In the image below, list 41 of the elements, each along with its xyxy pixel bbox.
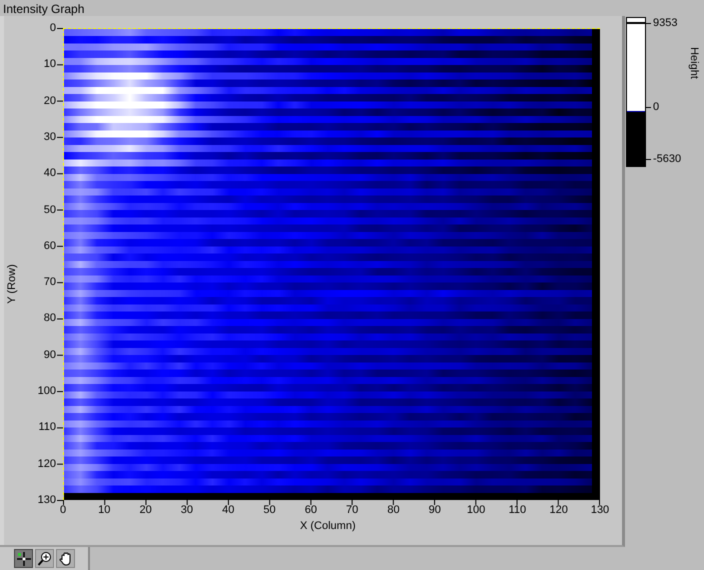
hand-icon xyxy=(58,550,74,566)
y-tick-label: 100 xyxy=(38,385,56,398)
x-tick-label: 90 xyxy=(428,504,441,516)
y-tick-label: 90 xyxy=(44,348,56,361)
y-tick-label: 30 xyxy=(44,130,56,143)
scale-tick-label: 0 xyxy=(653,101,660,114)
x-tick-label: 60 xyxy=(304,504,317,516)
cursor-tool-button[interactable] xyxy=(14,549,33,568)
zoom-icon xyxy=(36,550,52,566)
y-tick-label: 130 xyxy=(38,494,56,506)
y-tick-label: 120 xyxy=(38,458,56,470)
x-axis-label: X (Column) xyxy=(300,520,356,532)
y-tick-label: 0 xyxy=(50,22,56,34)
x-tick-label: 50 xyxy=(263,504,276,516)
x-tick-label: 100 xyxy=(466,504,486,516)
x-tick-label: 130 xyxy=(590,504,610,516)
x-tick-label: 80 xyxy=(387,504,400,516)
scale-tick-label: 9353 xyxy=(653,16,678,29)
y-tick-label: 10 xyxy=(44,58,56,70)
x-tick-label: 40 xyxy=(222,504,234,516)
graph-title: Intensity Graph xyxy=(3,2,84,16)
crosshair-icon xyxy=(16,550,32,566)
y-tick-label: 110 xyxy=(38,421,56,434)
x-tick-label: 70 xyxy=(346,504,358,516)
x-tick-label: 120 xyxy=(550,504,568,516)
y-tick-label: 40 xyxy=(44,167,56,180)
y-tick-label: 20 xyxy=(44,94,56,107)
scale-tick-label: -5630 xyxy=(653,153,682,166)
zoom-tool-button[interactable] xyxy=(35,549,54,568)
x-tick-label: 20 xyxy=(139,504,152,516)
x-tick-label: 0 xyxy=(60,504,66,516)
y-tick-label: 70 xyxy=(44,276,56,288)
x-tick-label: 110 xyxy=(508,504,526,516)
pan-tool-button[interactable] xyxy=(56,549,75,568)
y-tick-label: 60 xyxy=(44,240,56,252)
x-tick-label: 30 xyxy=(180,504,194,516)
y-axis-label: Y (Row) xyxy=(6,264,18,304)
x-tick-label: 10 xyxy=(98,504,110,516)
y-tick-label: 80 xyxy=(44,312,56,324)
scale-label: Height xyxy=(688,47,700,79)
y-tick-label: 50 xyxy=(44,204,56,216)
